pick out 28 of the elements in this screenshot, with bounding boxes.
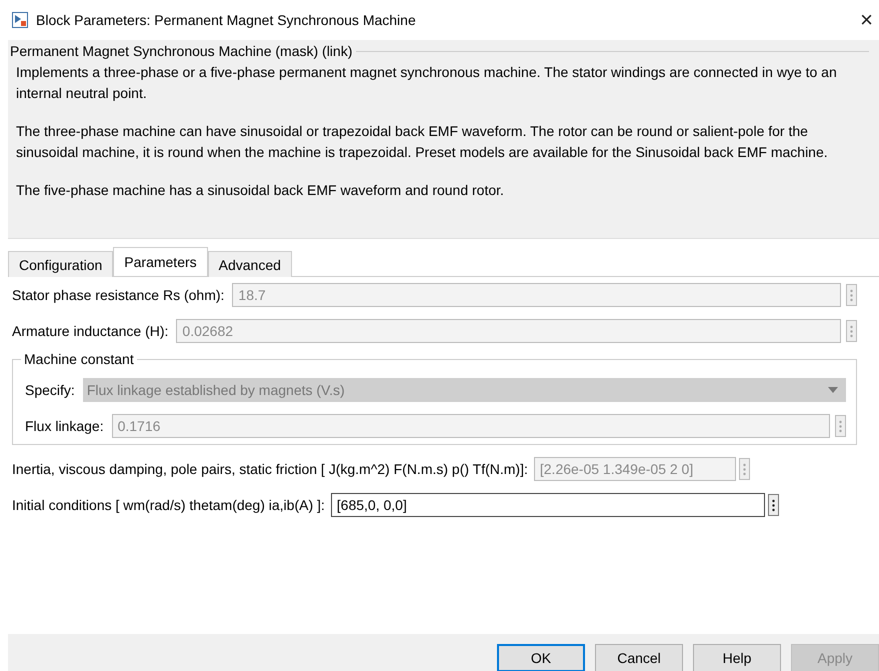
dots-icon: [850, 288, 853, 302]
field-label: Flux linkage:: [25, 418, 104, 434]
caret-icon: [828, 387, 838, 393]
more-options-button[interactable]: [768, 494, 779, 516]
field-label: Initial conditions [ wm(rad/s) thetam(deg) ia,ib(A) ]:: [12, 497, 325, 513]
field-label: Stator phase resistance Rs (ohm):: [12, 287, 224, 303]
dots-icon: [772, 498, 775, 512]
input-field[interactable]: [685,0, 0,0]: [330, 493, 765, 517]
tab[interactable]: Advanced: [208, 251, 292, 277]
dots-icon: [850, 324, 853, 338]
description-text: The three-phase machine can have sinusoidal or trapezoidal back EMF waveform. The rotor can be round or salient-pole for the sinusoidal machine, it is round when the machine is trapezoidal. Preset models are available for the Sinusoidal back EMF machine.: [16, 122, 829, 162]
description-text: The five-phase machine has a sinusoidal back EMF waveform and round rotor.: [16, 181, 505, 200]
tab[interactable]: Parameters: [113, 247, 208, 276]
dialog-button[interactable]: OK: [497, 644, 585, 671]
close-button[interactable]: ×: [860, 7, 879, 33]
dots-icon: [839, 420, 842, 432]
field-label: Specify:: [25, 382, 75, 398]
tab[interactable]: Configuration: [8, 251, 114, 277]
section-title: Permanent Magnet Synchronous Machine (mask) (link): [10, 43, 352, 59]
dots-icon: [742, 462, 746, 476]
field-label: Armature inductance (H):: [12, 323, 168, 339]
group-title: Machine constant: [21, 351, 137, 367]
block-icon: [12, 12, 28, 28]
window-title: Block Parameters: Permanent Magnet Synchronous Machine: [36, 12, 417, 28]
field-label: Inertia, viscous damping, pole pairs, static friction [ J(kg.m^2) F(N.m.s) p() Tf(N.m)]:: [12, 461, 528, 477]
description-text: Implements a three-phase or a five-phase permanent magnet synchronous machine. The stator windings are connected in wye to an internal neutral point.: [16, 63, 838, 103]
dialog-button[interactable]: Cancel: [595, 644, 683, 671]
dialog-button[interactable]: Help: [693, 644, 781, 671]
